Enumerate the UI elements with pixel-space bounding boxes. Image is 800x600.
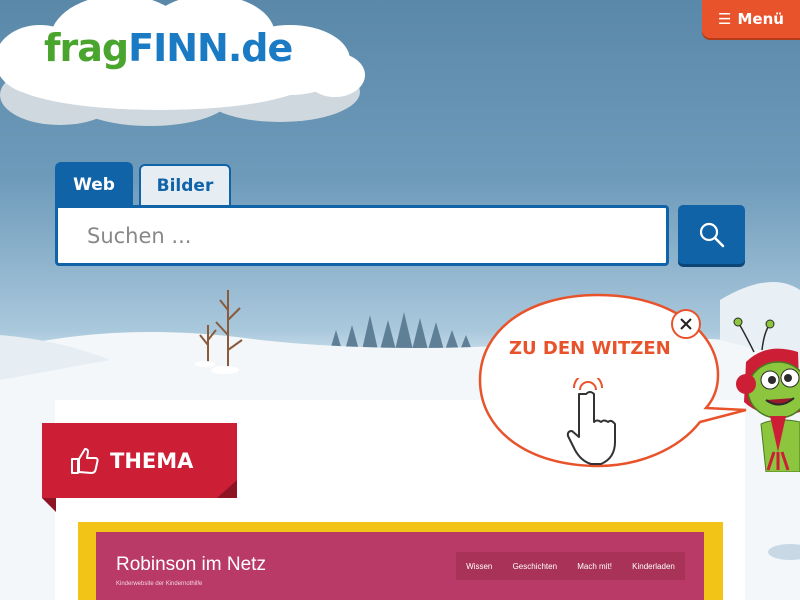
- jokes-link[interactable]: ZU DEN WITZEN: [509, 338, 671, 359]
- close-icon: [680, 318, 692, 330]
- site-logo[interactable]: fragFINN.de: [44, 26, 293, 70]
- search-icon: [699, 222, 724, 247]
- logo-text-frag: frag: [44, 26, 129, 70]
- preview-header: Robinson im Netz Kinderwebsite der Kinde…: [96, 532, 704, 600]
- preview-title: Robinson im Netz: [116, 554, 266, 575]
- menu-label: Menü: [737, 10, 784, 28]
- thema-banner: THEMA: [42, 423, 237, 498]
- preview-nav-item: Geschichten: [512, 561, 558, 571]
- hamburger-icon: ☰: [718, 10, 732, 28]
- close-button[interactable]: [671, 309, 701, 339]
- featured-website-preview[interactable]: Robinson im Netz Kinderwebsite der Kinde…: [78, 522, 723, 600]
- search-input[interactable]: [85, 222, 649, 249]
- logo-text-de: .de: [227, 26, 293, 70]
- search-field: [55, 205, 669, 266]
- preview-subtitle: Kinderwebsite der Kindernothilfe: [116, 581, 203, 587]
- preview-nav: Wissen Geschichten Mach mit! Kinderladen: [456, 552, 685, 580]
- preview-nav-item: Wissen: [466, 561, 493, 571]
- tab-web[interactable]: Web: [55, 162, 133, 206]
- logo-text-finn: FINN: [128, 26, 229, 70]
- search-button[interactable]: [678, 205, 745, 264]
- finn-mascot: [733, 317, 800, 472]
- preview-nav-item: Kinderladen: [632, 561, 675, 571]
- preview-nav-item: Mach mit!: [577, 561, 612, 571]
- pointing-hand-icon: [566, 378, 616, 465]
- banner-fold-left: [42, 498, 56, 512]
- menu-button[interactable]: ☰ Menü: [702, 0, 800, 38]
- thema-label: THEMA: [110, 448, 194, 473]
- tab-bilder[interactable]: Bilder: [139, 164, 231, 206]
- thumbs-up-icon: [71, 447, 99, 474]
